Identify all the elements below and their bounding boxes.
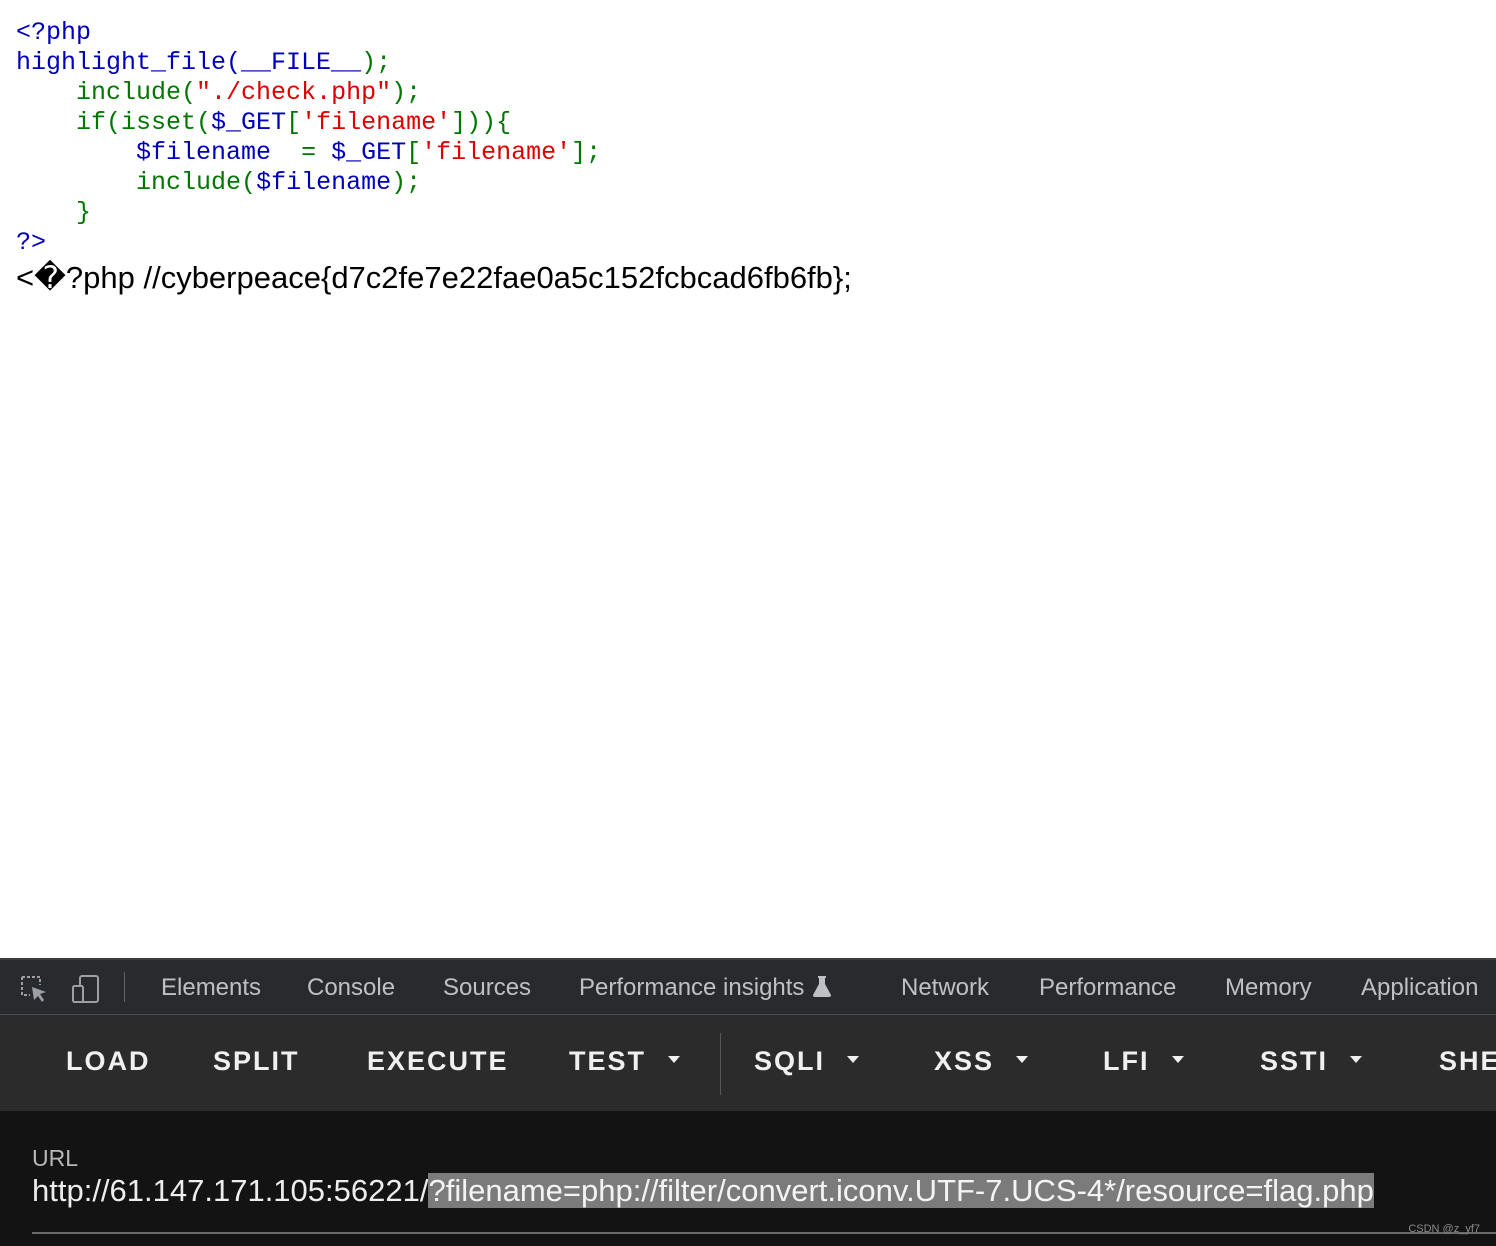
devtools-tabbar: Elements Console Sources Performance ins… [0, 960, 1496, 1015]
caret-down-icon [1350, 1056, 1363, 1064]
tab-application[interactable]: Application [1361, 974, 1478, 1002]
sqli-dropdown[interactable]: SQLI [754, 1046, 860, 1077]
included-file-output: <�?php //cyberpeace{d7c2fe7e22fae0a5c152… [16, 260, 852, 295]
caret-down-icon [1171, 1056, 1184, 1064]
caret-down-icon [668, 1056, 681, 1064]
caret-down-icon [1016, 1056, 1029, 1064]
tab-separator [124, 972, 125, 1002]
code-line-3: include("./check.php"); [76, 78, 422, 107]
tab-console[interactable]: Console [307, 974, 395, 1002]
flask-icon [813, 976, 832, 997]
code-line-2: highlight_file(__FILE__); [16, 48, 392, 77]
watermark: CSDN @z_yf7 [1408, 1223, 1480, 1235]
url-input[interactable]: http://61.147.171.105:56221/?filename=ph… [32, 1169, 1374, 1213]
toolbar-divider [720, 1033, 721, 1095]
code-line-4: if(isset($_GET['filename'])){ [76, 108, 512, 137]
devtools-panel: Elements Console Sources Performance ins… [0, 958, 1496, 1246]
code-line-8: ?> [16, 228, 47, 257]
test-dropdown[interactable]: TEST [569, 1046, 681, 1077]
code-line-1: <?php [16, 18, 92, 47]
device-toggle-icon[interactable] [70, 973, 102, 1005]
shell-dropdown[interactable]: SHE [1439, 1046, 1496, 1077]
url-label: URL [32, 1145, 79, 1171]
url-input-underline [32, 1232, 1496, 1234]
tab-performance-insights[interactable]: Performance insights [579, 974, 832, 1002]
tab-sources[interactable]: Sources [443, 974, 531, 1002]
url-selected-text: ?filename=php://filter/convert.iconv.UTF… [428, 1173, 1374, 1208]
lfi-dropdown[interactable]: LFI [1103, 1046, 1184, 1077]
caret-down-icon [847, 1056, 860, 1064]
code-line-6: include($filename); [136, 168, 422, 197]
ssti-dropdown[interactable]: SSTI [1260, 1046, 1363, 1077]
tab-performance[interactable]: Performance [1039, 974, 1176, 1002]
url-base: http://61.147.171.105:56221/ [32, 1173, 429, 1208]
code-line-7: } [76, 198, 92, 227]
tab-network[interactable]: Network [901, 974, 989, 1002]
tab-memory[interactable]: Memory [1225, 974, 1312, 1002]
inspect-element-icon[interactable] [18, 973, 50, 1005]
execute-button[interactable]: EXECUTE [367, 1046, 509, 1077]
load-button[interactable]: LOAD [66, 1046, 151, 1077]
url-panel: URL http://61.147.171.105:56221/?filenam… [0, 1111, 1496, 1246]
tab-elements[interactable]: Elements [161, 974, 261, 1002]
code-line-5: $filename = $_GET['filename']; [136, 138, 602, 167]
xss-dropdown[interactable]: XSS [934, 1046, 1029, 1077]
php-source-code: <?php highlight_file(__FILE__); include(… [16, 18, 601, 258]
hackbar-toolbar: LOAD SPLIT EXECUTE TEST SQLI XSS LFI SST… [0, 1015, 1496, 1111]
split-button[interactable]: SPLIT [213, 1046, 300, 1077]
